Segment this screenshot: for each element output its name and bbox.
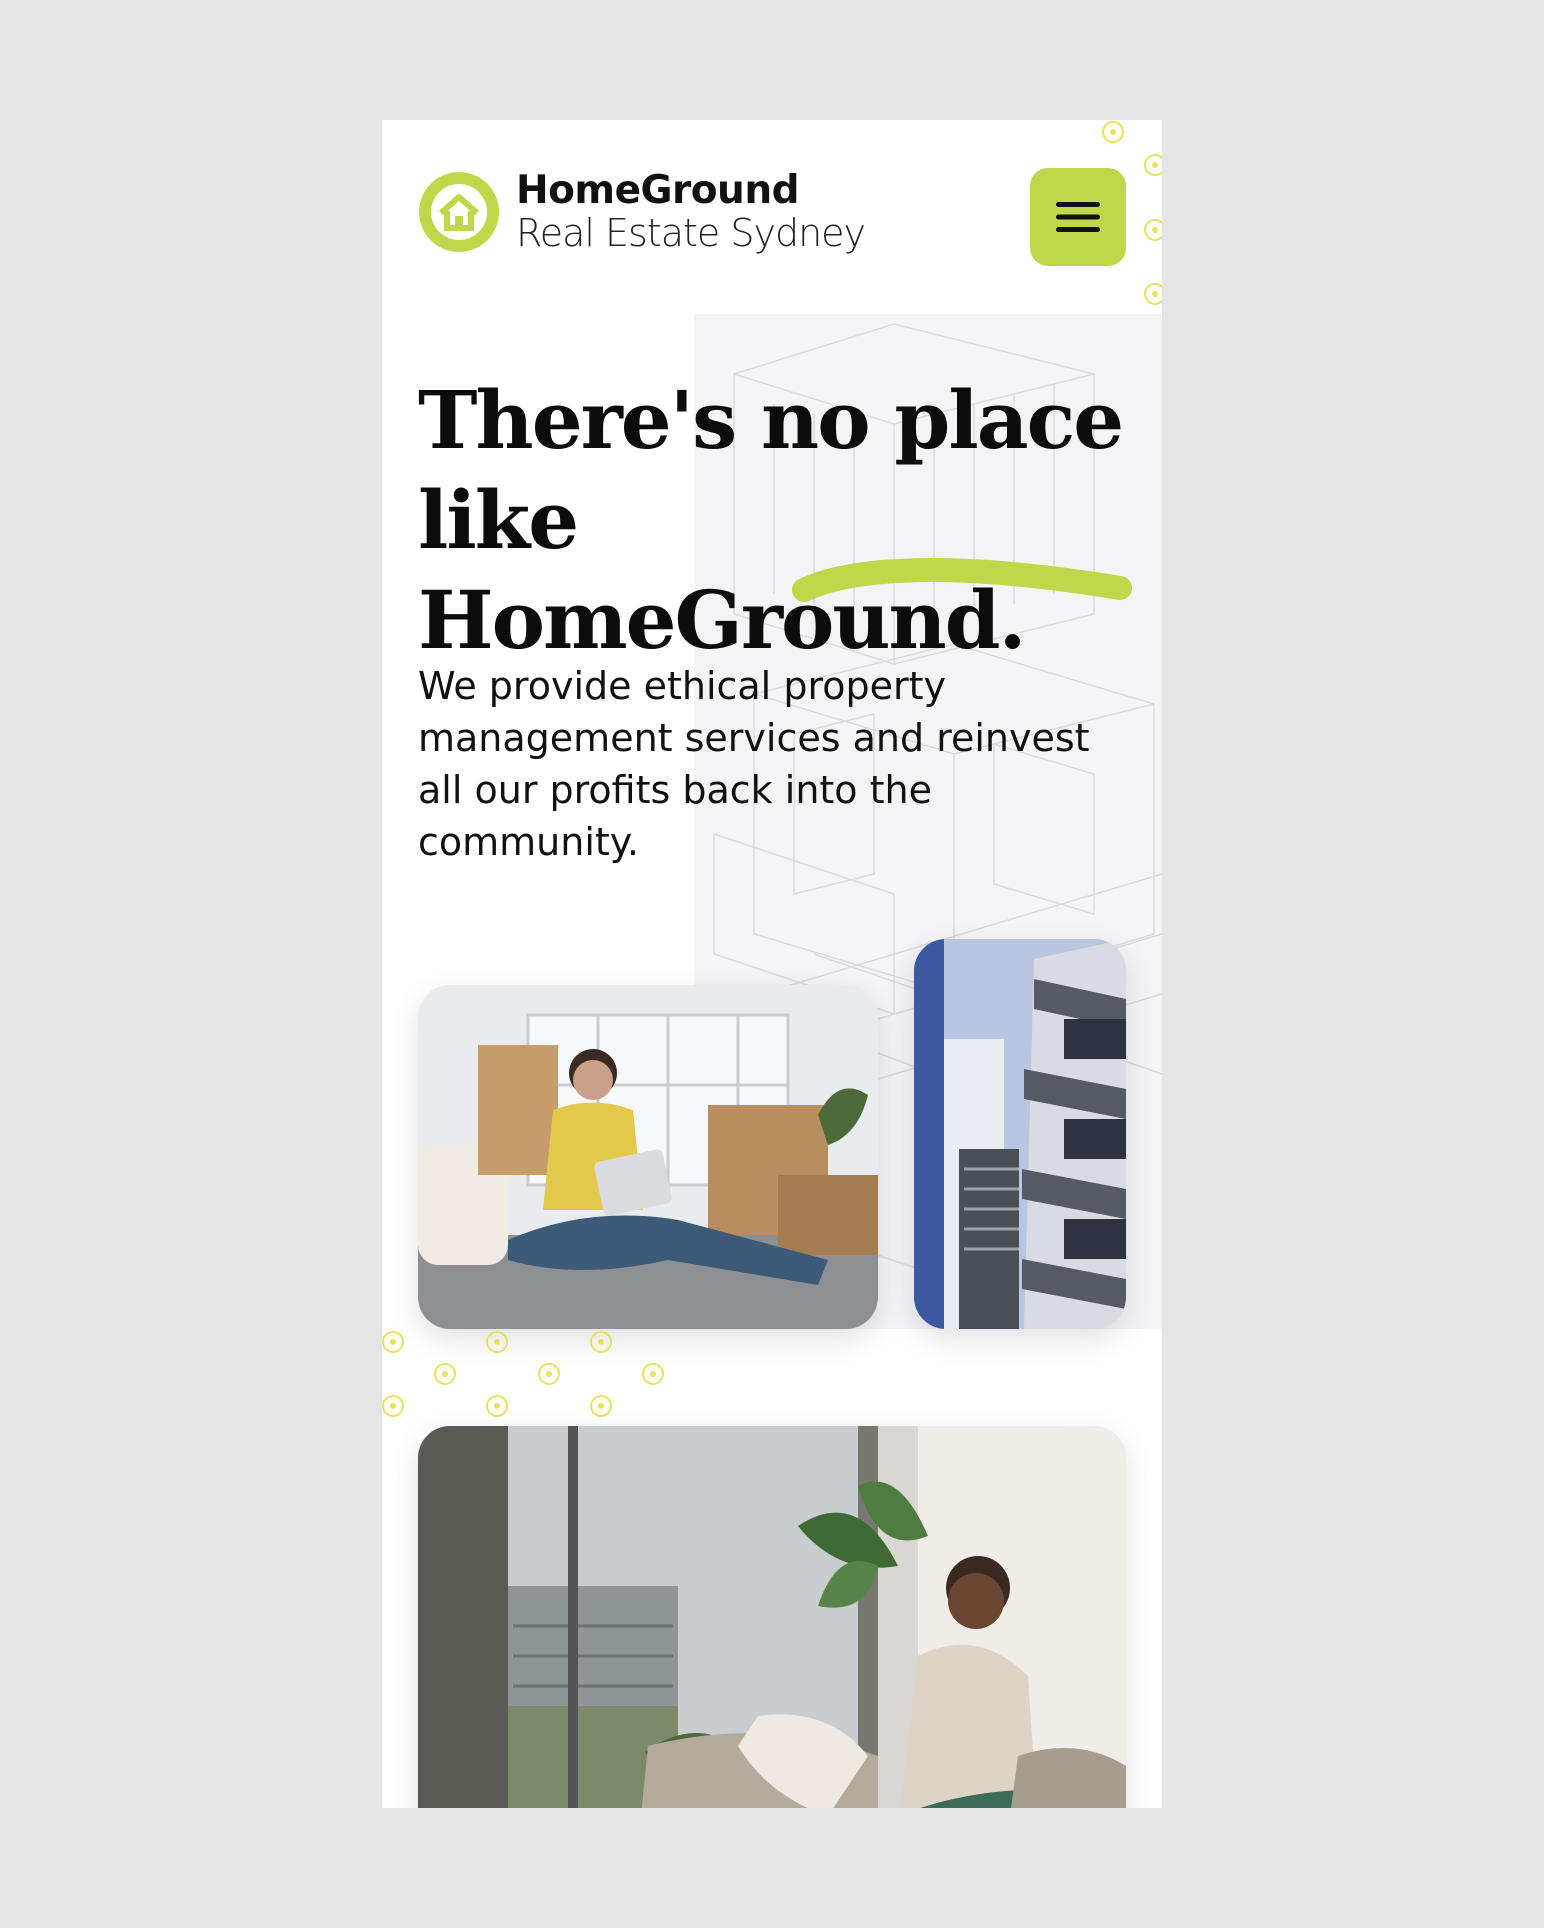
page: HomeGround Real Estate Sydney There's no… (382, 120, 1162, 1808)
woman-on-sofa-with-plant-photo (418, 1426, 1126, 1808)
apartment-building-photo (914, 939, 1126, 1329)
hero-description: We provide ethical property management s… (418, 664, 1090, 864)
logo-subtitle: Real Estate Sydney (516, 211, 866, 255)
logo[interactable]: HomeGround Real Estate Sydney (418, 168, 866, 255)
decorative-dots-middle (382, 1331, 664, 1417)
hero-title-line-2: like HomeGround. (418, 473, 1026, 667)
menu-button[interactable] (1030, 168, 1126, 266)
hero-title: There's no place like HomeGround. (418, 370, 1138, 670)
woman-with-laptop-moving-boxes-photo (418, 985, 878, 1329)
hamburger-menu-icon (1056, 202, 1100, 232)
house-logo-icon (419, 172, 499, 252)
hero-title-line-1: There's no place (418, 373, 1124, 467)
logo-name: HomeGround (516, 168, 800, 213)
